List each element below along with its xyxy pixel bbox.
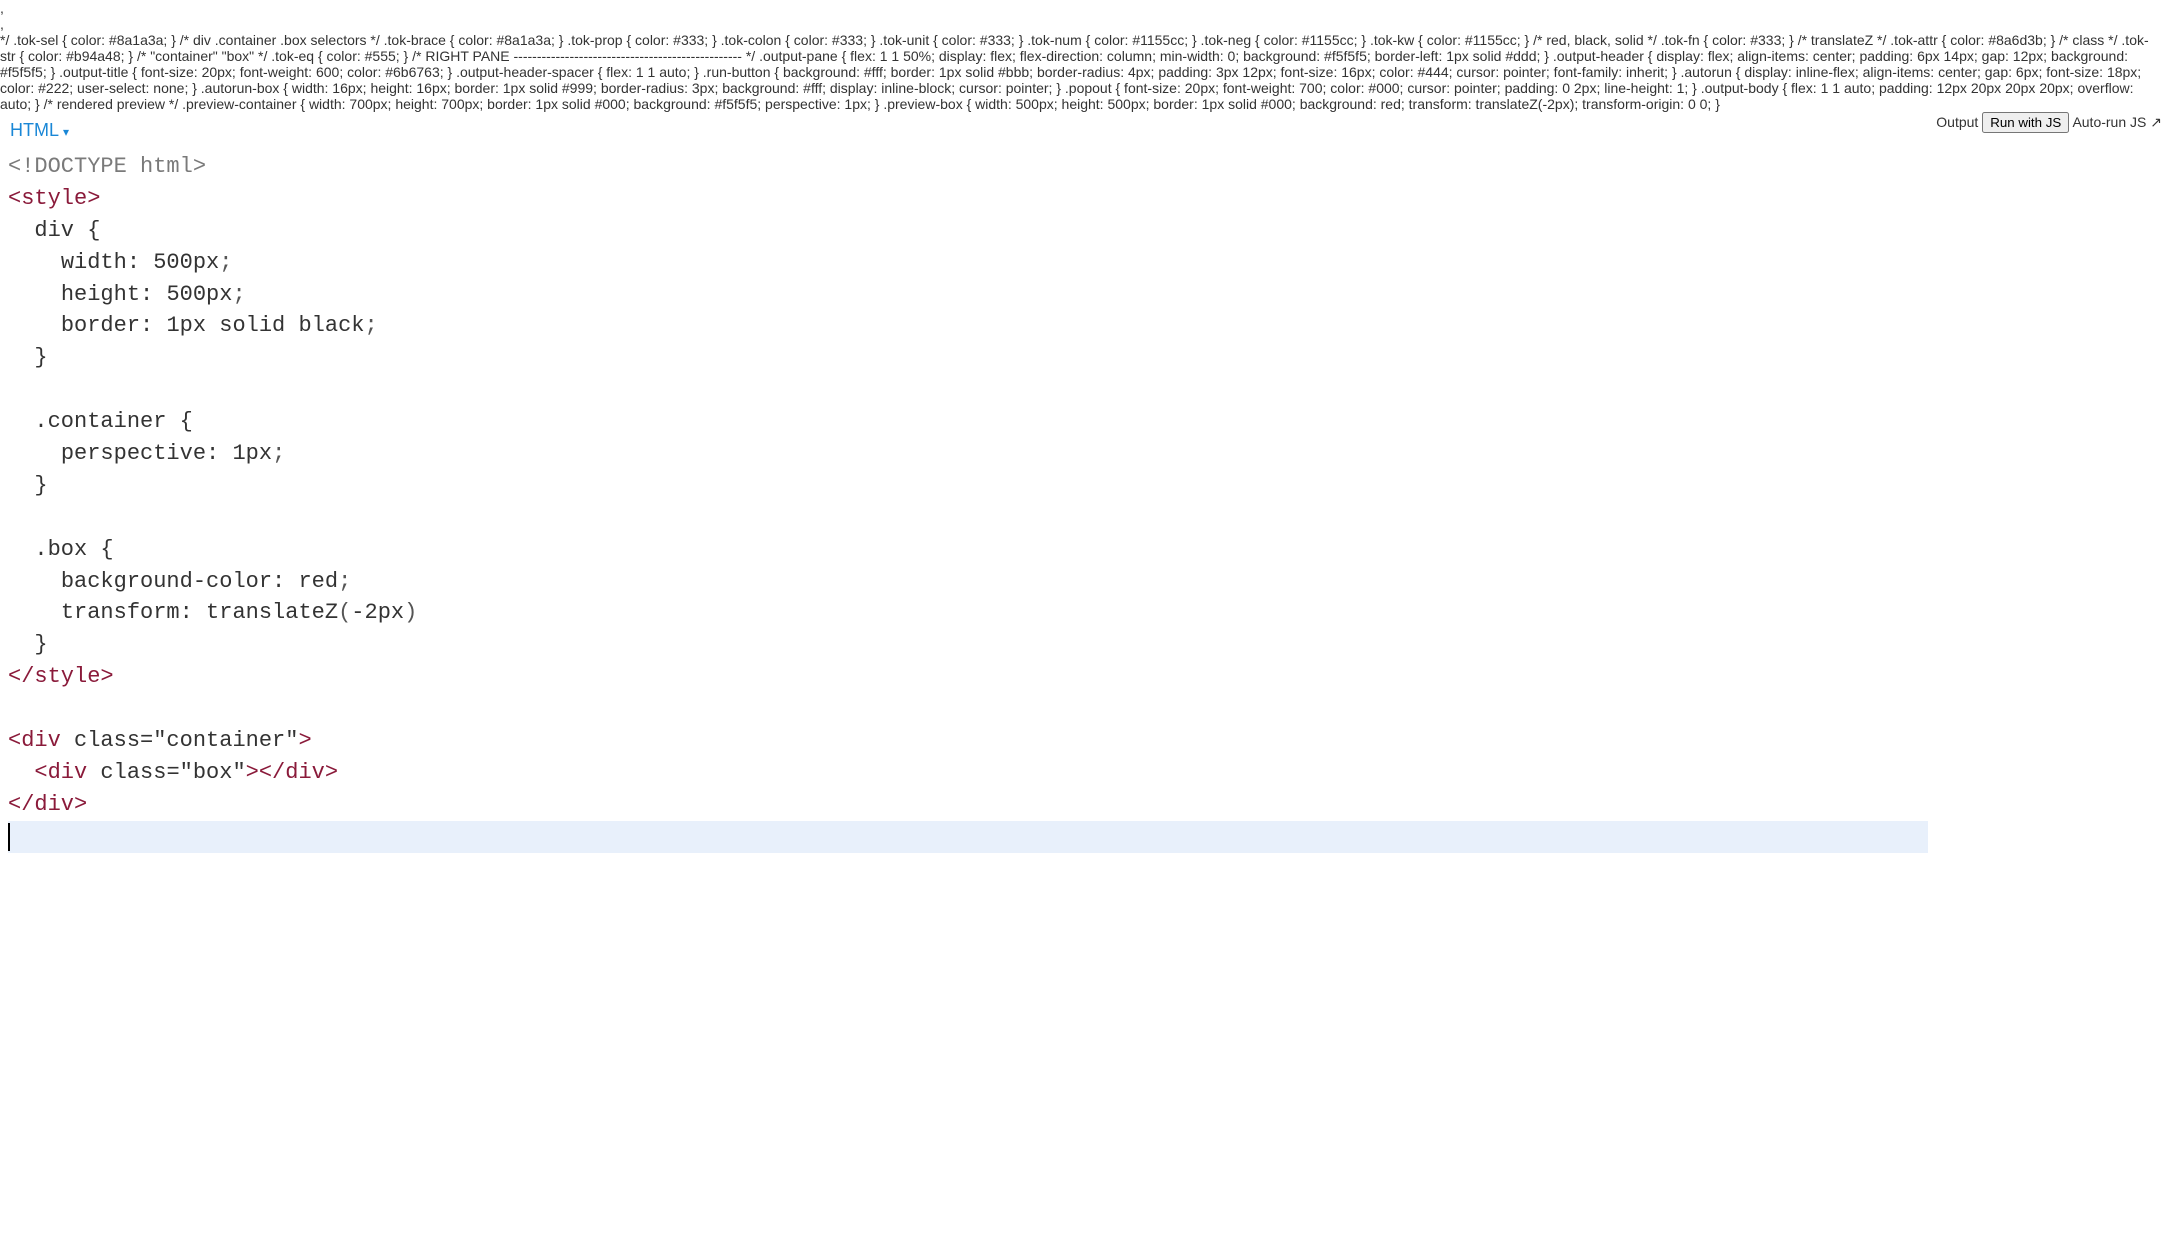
autorun-label: Auto-run JS [2072, 114, 2146, 130]
language-selector-label: HTML [10, 120, 59, 141]
popout-icon[interactable]: ↗ [2150, 114, 2162, 130]
output-header: Output Run with JS Auto-run JS ↗ [1936, 112, 2162, 133]
code-line[interactable]: <div class="box"></div> [8, 757, 1928, 789]
chevron-down-icon: ▾ [63, 126, 69, 138]
editor-header: HTML ▾ [0, 112, 1936, 145]
code-line[interactable]: <!DOCTYPE html> [8, 151, 1928, 183]
code-line[interactable]: div { [8, 215, 1928, 247]
language-selector[interactable]: HTML ▾ [10, 120, 69, 141]
code-line[interactable]: .box { [8, 534, 1928, 566]
code-line[interactable]: <div class="container"> [8, 725, 1928, 757]
code-line[interactable]: </style> [8, 661, 1928, 693]
code-line[interactable] [8, 821, 1928, 853]
code-line[interactable]: transform: translateZ(-2px) [8, 597, 1928, 629]
code-line[interactable] [8, 374, 1928, 406]
run-with-js-button[interactable]: Run with JS [1982, 112, 2069, 133]
code-line[interactable]: perspective: 1px; [8, 438, 1928, 470]
output-title: Output [1936, 114, 1978, 130]
code-editor[interactable]: <!DOCTYPE html><style> div { width: 500p… [0, 145, 1936, 1254]
code-line[interactable]: .container { [8, 406, 1928, 438]
editor-pane: HTML ▾ <!DOCTYPE html><style> div { widt… [0, 112, 1936, 1254]
code-line[interactable]: height: 500px; [8, 279, 1928, 311]
output-pane: Output Run with JS Auto-run JS ↗ [1936, 112, 2162, 1254]
code-line[interactable]: } [8, 629, 1928, 661]
code-line[interactable]: <style> [8, 183, 1928, 215]
code-line[interactable]: } [8, 470, 1928, 502]
autorun-toggle[interactable]: Auto-run JS [2072, 114, 2150, 130]
code-line[interactable]: </div> [8, 789, 1928, 821]
code-line[interactable] [8, 693, 1928, 725]
code-line[interactable]: width: 500px; [8, 247, 1928, 279]
code-line[interactable]: border: 1px solid black; [8, 310, 1928, 342]
code-line[interactable]: } [8, 342, 1928, 374]
code-line[interactable] [8, 502, 1928, 534]
code-line[interactable]: background-color: red; [8, 566, 1928, 598]
app-root: HTML ▾ <!DOCTYPE html><style> div { widt… [0, 112, 2162, 1254]
